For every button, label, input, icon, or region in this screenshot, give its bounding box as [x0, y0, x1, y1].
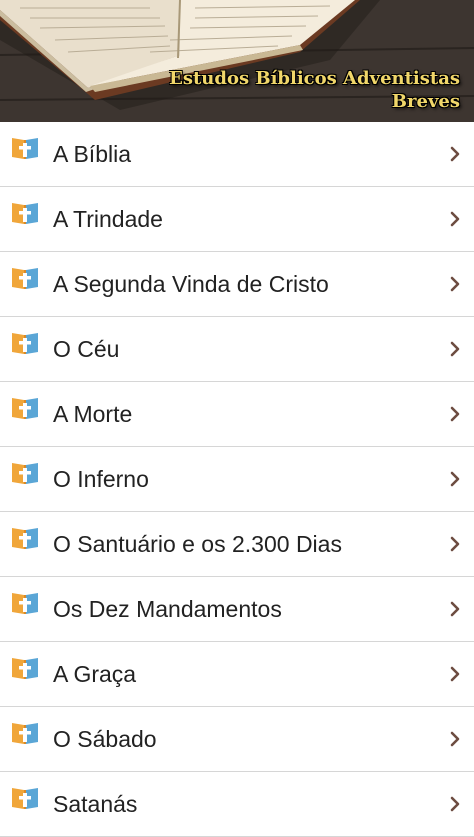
list-item-6[interactable]: O Inferno	[0, 447, 474, 512]
list-item-9[interactable]: A Graça	[0, 642, 474, 707]
chevron-right-icon	[450, 406, 460, 422]
bible-cross-icon	[12, 658, 38, 679]
list-item-7[interactable]: O Santuário e os 2.300 Dias	[0, 512, 474, 577]
chevron-right-icon	[450, 536, 460, 552]
header-banner: Estudos Bíblicos Adventistas Breves	[0, 0, 474, 122]
bible-cross-icon	[12, 463, 38, 484]
chevron-right-icon	[450, 341, 460, 357]
chevron-right-icon	[450, 471, 460, 487]
list-item-10[interactable]: O Sábado	[0, 707, 474, 772]
bible-cross-icon	[12, 268, 38, 289]
study-list: A Bíblia A Trindade A Segunda Vinda de C…	[0, 122, 474, 837]
list-item-label: A Trindade	[53, 206, 163, 232]
list-item-label: A Bíblia	[53, 141, 131, 167]
list-item-label: O Céu	[53, 336, 120, 362]
bible-cross-icon	[12, 333, 38, 354]
list-item-label: Satanás	[53, 791, 138, 817]
list-item-2[interactable]: A Trindade	[0, 187, 474, 252]
chevron-right-icon	[450, 731, 460, 747]
list-item-label: Os Dez Mandamentos	[53, 596, 282, 622]
chevron-right-icon	[450, 146, 460, 162]
list-item-5[interactable]: A Morte	[0, 382, 474, 447]
app-title-line2: Breves	[391, 91, 460, 112]
bible-cross-icon	[12, 788, 38, 809]
bible-cross-icon	[12, 398, 38, 419]
list-item-label: A Segunda Vinda de Cristo	[53, 271, 329, 297]
app-title-line1: Estudos Bíblicos Adventistas	[169, 68, 460, 89]
bible-cross-icon	[12, 528, 38, 549]
list-item-11[interactable]: Satanás	[0, 772, 474, 837]
list-item-label: O Sábado	[53, 726, 157, 752]
chevron-right-icon	[450, 211, 460, 227]
chevron-right-icon	[450, 666, 460, 682]
list-item-8[interactable]: Os Dez Mandamentos	[0, 577, 474, 642]
bible-cross-icon	[12, 593, 38, 614]
list-item-label: O Santuário e os 2.300 Dias	[53, 531, 342, 557]
chevron-right-icon	[450, 276, 460, 292]
bible-cross-icon	[12, 203, 38, 224]
bible-cross-icon	[12, 138, 38, 159]
list-item-1[interactable]: A Bíblia	[0, 122, 474, 187]
list-item-label: A Morte	[53, 401, 133, 427]
list-item-label: A Graça	[53, 661, 137, 687]
bible-cross-icon	[12, 723, 38, 744]
list-item-4[interactable]: O Céu	[0, 317, 474, 382]
chevron-right-icon	[450, 601, 460, 617]
list-item-label: O Inferno	[53, 466, 149, 492]
list-item-3[interactable]: A Segunda Vinda de Cristo	[0, 252, 474, 317]
